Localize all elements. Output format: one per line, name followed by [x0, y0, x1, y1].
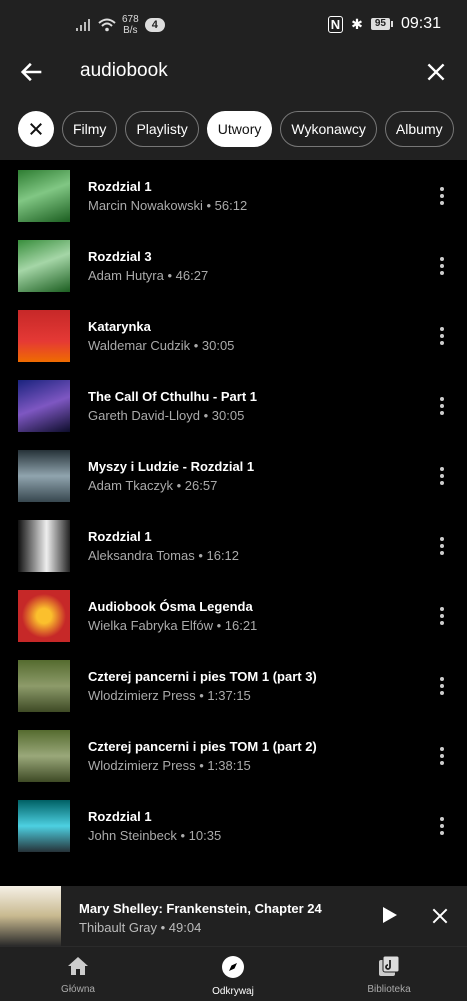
- song-subtitle: Marcin Nowakowski • 56:12: [88, 198, 248, 213]
- song-title: Rozdzial 1: [88, 179, 152, 194]
- song-subtitle: Gareth David-Lloyd • 30:05: [88, 408, 245, 423]
- nav-item-library[interactable]: Biblioteka: [339, 955, 439, 995]
- list-item[interactable]: Czterej pancerni i pies TOM 1 (part 3) W…: [0, 652, 467, 722]
- now-playing-subtitle: Thibault Gray • 49:04: [79, 920, 202, 935]
- list-item[interactable]: Katarynka Waldemar Cudzik • 30:05: [0, 302, 467, 372]
- song-title: Rozdzial 1: [88, 809, 152, 824]
- chip-filmy[interactable]: Filmy: [62, 111, 118, 147]
- chip-albumy[interactable]: Albumy: [384, 111, 454, 147]
- song-title: Rozdzial 1: [88, 529, 152, 544]
- net-speed: 678 B/s: [122, 14, 139, 36]
- more-icon[interactable]: [439, 326, 445, 346]
- mini-player[interactable]: Mary Shelley: Frankenstein, Chapter 24 T…: [0, 886, 467, 946]
- more-icon[interactable]: [439, 676, 445, 696]
- filter-chips: Filmy Playlisty Utwory Wykonawcy Albumy: [18, 111, 454, 147]
- clock: 09:31: [400, 15, 441, 32]
- song-subtitle: Adam Tkaczyk • 26:57: [88, 478, 218, 493]
- library-icon: [379, 955, 400, 976]
- nav-item-home[interactable]: Główna: [28, 955, 128, 995]
- more-icon[interactable]: [439, 256, 445, 276]
- more-icon[interactable]: [439, 536, 445, 556]
- more-icon[interactable]: [439, 746, 445, 766]
- album-art: [18, 800, 70, 852]
- song-title: Czterej pancerni i pies TOM 1 (part 3): [88, 669, 317, 684]
- more-icon[interactable]: [439, 186, 445, 206]
- list-item[interactable]: Rozdzial 1 Marcin Nowakowski • 56:12: [0, 162, 467, 232]
- album-art: [18, 660, 70, 712]
- notification-count: 4: [144, 18, 165, 32]
- chip-utwory[interactable]: Utwory: [206, 111, 273, 147]
- list-item[interactable]: Rozdzial 3 Adam Hutyra • 46:27: [0, 232, 467, 302]
- wifi-icon: [98, 18, 116, 32]
- list-item[interactable]: Audiobook Ósma Legenda Wielka Fabryka El…: [0, 582, 467, 652]
- song-list: Rozdzial 1 Marcin Nowakowski • 56:12 Roz…: [0, 162, 467, 862]
- chip-wykonawcy[interactable]: Wykonawcy: [280, 111, 377, 147]
- signal-icon: [76, 19, 90, 31]
- nav-label: Biblioteka: [367, 984, 411, 995]
- bottom-nav: Główna Odkrywaj Biblioteka: [0, 946, 467, 1001]
- song-subtitle: Adam Hutyra • 46:27: [88, 268, 209, 283]
- search-bar: audiobook: [0, 50, 467, 96]
- back-arrow-icon[interactable]: [18, 58, 46, 86]
- close-icon[interactable]: [430, 906, 450, 926]
- song-subtitle: Wlodzimierz Press • 1:38:15: [88, 758, 251, 773]
- album-art: [18, 380, 70, 432]
- song-title: Audiobook Ósma Legenda: [88, 599, 253, 614]
- nav-label: Główna: [61, 984, 95, 995]
- song-subtitle: Waldemar Cudzik • 30:05: [88, 338, 235, 353]
- album-art: [18, 520, 70, 572]
- album-art: [18, 310, 70, 362]
- song-title: Myszy i Ludzie - Rozdzial 1: [88, 459, 255, 474]
- clear-search-icon[interactable]: [423, 59, 449, 85]
- song-subtitle: Aleksandra Tomas • 16:12: [88, 548, 240, 563]
- song-title: Katarynka: [88, 319, 151, 334]
- song-subtitle: Wlodzimierz Press • 1:37:15: [88, 688, 251, 703]
- album-art: [18, 170, 70, 222]
- chip-playlisty[interactable]: Playlisty: [125, 111, 199, 147]
- album-art: [0, 886, 61, 946]
- bluetooth-icon: ✱: [351, 15, 363, 32]
- now-playing-title: Mary Shelley: Frankenstein, Chapter 24: [79, 901, 322, 916]
- song-title: Rozdzial 3: [88, 249, 152, 264]
- list-item[interactable]: The Call Of Cthulhu - Part 1 Gareth Davi…: [0, 372, 467, 442]
- nav-item-explore[interactable]: Odkrywaj: [183, 955, 283, 997]
- song-title: Czterej pancerni i pies TOM 1 (part 2): [88, 739, 317, 754]
- song-subtitle: Wielka Fabryka Elfów • 16:21: [88, 618, 258, 633]
- more-icon[interactable]: [439, 466, 445, 486]
- nav-label: Odkrywaj: [212, 986, 254, 997]
- list-item[interactable]: Czterej pancerni i pies TOM 1 (part 2) W…: [0, 722, 467, 792]
- search-input[interactable]: audiobook: [80, 60, 168, 82]
- more-icon[interactable]: [439, 606, 445, 626]
- status-bar: 678 B/s 4 N ✱ 95 09:31: [0, 0, 467, 50]
- battery-icon: 95: [370, 18, 393, 30]
- list-item[interactable]: Rozdzial 1 Aleksandra Tomas • 16:12: [0, 512, 467, 582]
- home-icon: [68, 957, 88, 975]
- nfc-icon: N: [327, 15, 344, 33]
- album-art: [18, 240, 70, 292]
- song-title: The Call Of Cthulhu - Part 1: [88, 389, 258, 404]
- album-art: [18, 590, 70, 642]
- song-subtitle: John Steinbeck • 10:35: [88, 828, 222, 843]
- compass-icon: [222, 956, 244, 978]
- album-art: [18, 730, 70, 782]
- album-art: [18, 450, 70, 502]
- clear-filter-button[interactable]: [18, 111, 54, 147]
- close-icon: [30, 123, 42, 135]
- list-item[interactable]: Myszy i Ludzie - Rozdzial 1 Adam Tkaczyk…: [0, 442, 467, 512]
- list-item[interactable]: Rozdzial 1 John Steinbeck • 10:35: [0, 792, 467, 862]
- more-icon[interactable]: [439, 396, 445, 416]
- play-icon[interactable]: [378, 904, 400, 926]
- top-area: 678B/s 4 N ✱ 95 09:31 audiobook Filmy P: [0, 0, 467, 160]
- more-icon[interactable]: [439, 816, 445, 836]
